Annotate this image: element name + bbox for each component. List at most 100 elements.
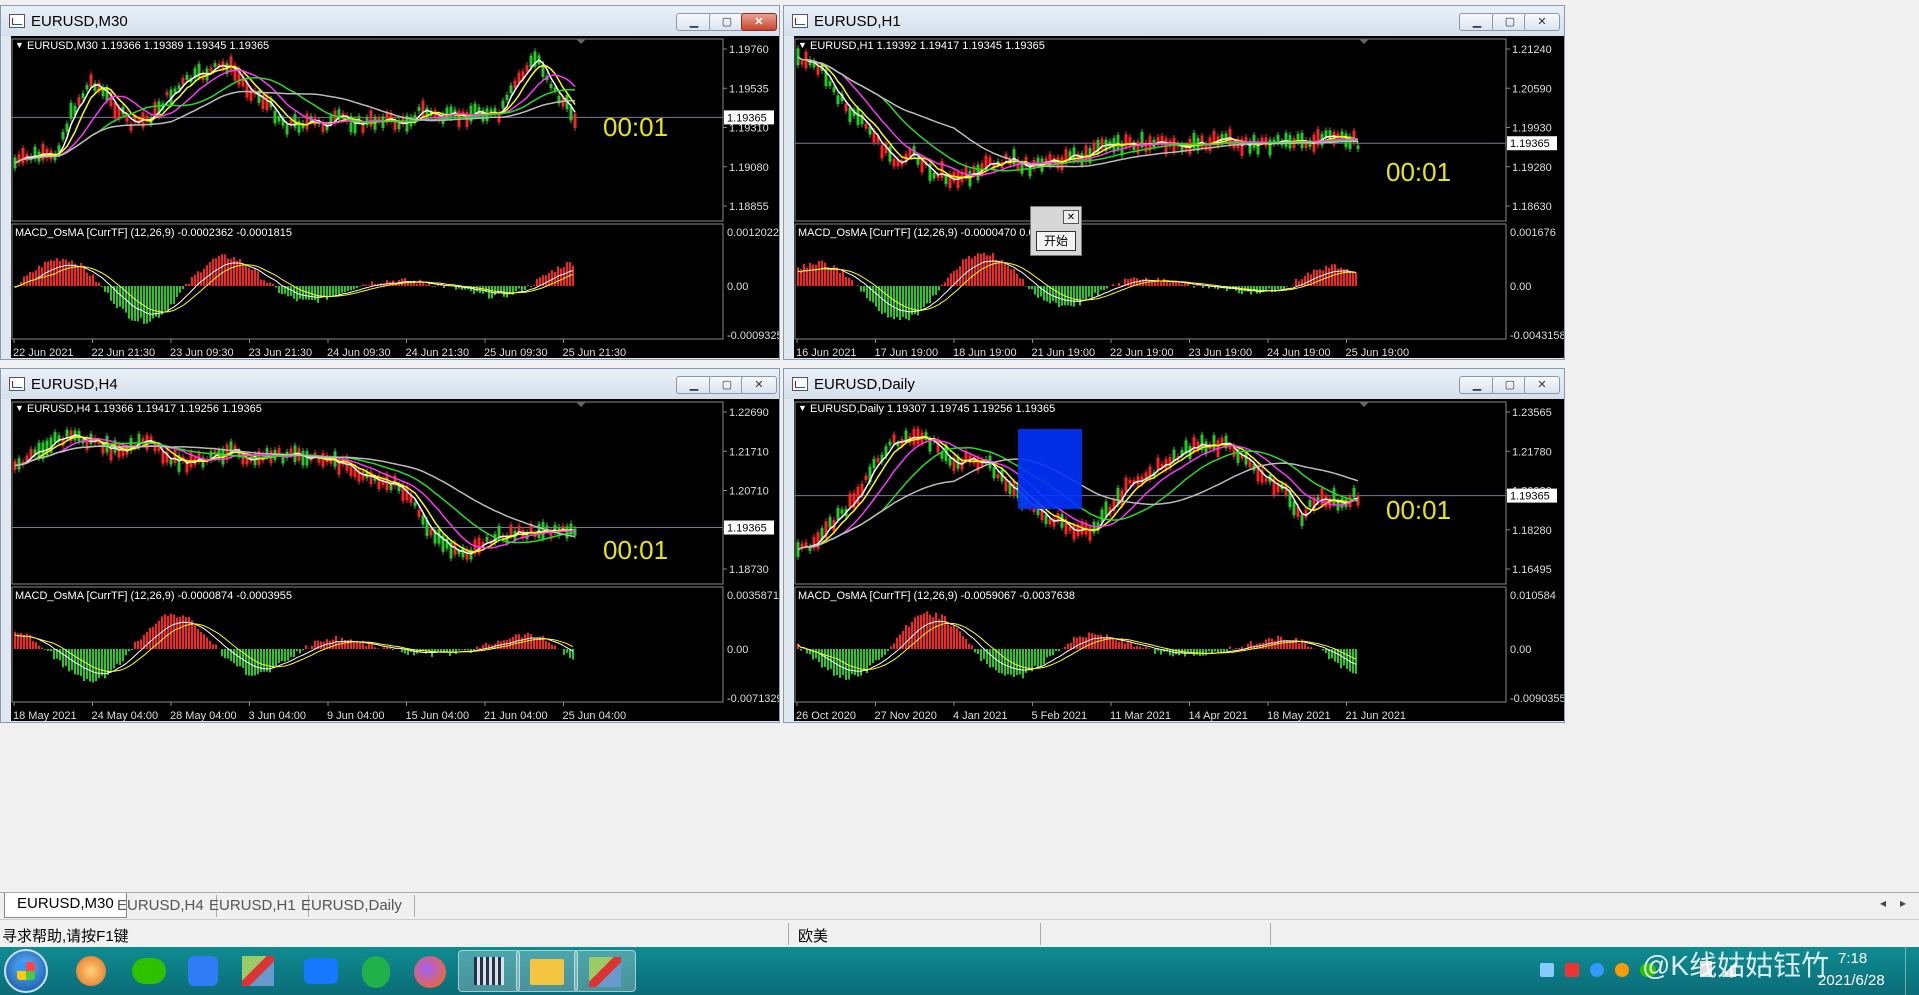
time-tick-label: 21 Jun 19:00 bbox=[1032, 347, 1096, 358]
macd-histogram-bar bbox=[1271, 638, 1273, 649]
taskbar-app-notes[interactable] bbox=[172, 950, 234, 992]
candle-body bbox=[956, 172, 960, 188]
taskbar-app-browser[interactable] bbox=[60, 950, 122, 992]
time-tick-label: 16 Jun 2021 bbox=[796, 347, 857, 358]
macd-histogram-bar bbox=[1238, 648, 1240, 649]
taskbar-app-metatrader-b[interactable] bbox=[574, 950, 636, 992]
tray-wps-icon[interactable] bbox=[1565, 963, 1579, 977]
taskbar-app-lark[interactable] bbox=[290, 950, 352, 992]
lark-icon bbox=[304, 958, 338, 984]
time-tick-label: 3 Jun 04:00 bbox=[249, 710, 307, 721]
chart-window-m30[interactable]: EURUSD,M30 ▁ ▢ ✕ ▼ EURUSD,M30 1.19366 1.1… bbox=[0, 5, 780, 360]
show-desktop-button[interactable] bbox=[1905, 947, 1919, 995]
clock-time[interactable]: 7:18 bbox=[1838, 950, 1867, 967]
macd-histogram-bar bbox=[302, 286, 304, 300]
chart-canvas[interactable]: ▼ EURUSD,Daily 1.19307 1.19745 1.19256 1.… bbox=[794, 399, 1564, 721]
macd-histogram-bar bbox=[284, 649, 286, 662]
chart-window-icon bbox=[792, 14, 808, 28]
macd-histogram-bar bbox=[41, 267, 43, 286]
maximize-button[interactable]: ▢ bbox=[1492, 13, 1528, 31]
macd-histogram-bar bbox=[290, 649, 292, 657]
minimize-button[interactable]: ▁ bbox=[676, 13, 712, 31]
taskbar-app-wechat[interactable] bbox=[118, 950, 180, 992]
close-button[interactable]: ✕ bbox=[741, 13, 777, 31]
taskbar-app-firefox[interactable] bbox=[398, 950, 460, 992]
maximize-button[interactable]: ▢ bbox=[1492, 376, 1528, 394]
macd-histogram-bar bbox=[374, 647, 376, 649]
close-button[interactable]: ✕ bbox=[1524, 13, 1560, 31]
macd-histogram-bar bbox=[515, 286, 517, 292]
price-tick-label: 1.18855 bbox=[729, 201, 769, 213]
folder-icon bbox=[530, 959, 564, 985]
taskbar-app-folder[interactable] bbox=[516, 950, 578, 992]
macd-histogram-bar bbox=[179, 616, 181, 649]
title-bar[interactable]: EURUSD,Daily ▁ ▢ ✕ bbox=[784, 369, 1564, 399]
chart-canvas[interactable]: ▼ EURUSD,H1 1.19392 1.19417 1.19345 1.193… bbox=[794, 36, 1564, 358]
minimize-button[interactable]: ▁ bbox=[1459, 13, 1495, 31]
taskbar-app-green[interactable] bbox=[344, 950, 406, 992]
candle-body bbox=[417, 509, 421, 517]
start-menu-button[interactable] bbox=[4, 949, 48, 993]
chart-window-daily[interactable]: EURUSD,Daily ▁ ▢ ✕ ▼ EURUSD,Daily 1.19307… bbox=[783, 368, 1565, 723]
macd-histogram-bar bbox=[1070, 286, 1072, 306]
macd-histogram-bar bbox=[1190, 649, 1192, 652]
macd-histogram-bar bbox=[1325, 649, 1327, 653]
macd-tick-label: 0.001676 bbox=[1510, 227, 1556, 239]
macd-histogram-bar bbox=[1049, 649, 1051, 657]
maximize-button[interactable]: ▢ bbox=[709, 13, 745, 31]
popup-close-button[interactable]: ✕ bbox=[1063, 210, 1079, 224]
tray-app-icon[interactable] bbox=[1615, 963, 1629, 977]
macd-histogram-bar bbox=[209, 640, 211, 649]
macd-histogram-bar bbox=[215, 644, 217, 649]
candle-body bbox=[992, 467, 996, 479]
time-tick-label: 25 Jun 04:00 bbox=[563, 710, 627, 721]
macd-histogram-bar bbox=[26, 275, 28, 286]
price-tick-label: 1.19080 bbox=[729, 162, 769, 174]
macd-histogram-bar bbox=[965, 638, 967, 649]
chart-window-h4[interactable]: EURUSD,H4 ▁ ▢ ✕ ▼ EURUSD,H4 1.19366 1.194… bbox=[0, 368, 780, 723]
tab-scroll-right-icon[interactable]: ▸ bbox=[1900, 896, 1906, 910]
title-bar[interactable]: EURUSD,H4 ▁ ▢ ✕ bbox=[1, 369, 779, 399]
tab-eurusd-daily[interactable]: EURUSD,Daily bbox=[289, 895, 415, 917]
macd-histogram-bar bbox=[23, 634, 25, 649]
macd-histogram-bar bbox=[1043, 286, 1045, 301]
title-bar[interactable]: EURUSD,M30 ▁ ▢ ✕ bbox=[1, 6, 779, 36]
macd-tick-label: -0.0009325 bbox=[727, 330, 779, 342]
macd-histogram-bar bbox=[1265, 286, 1267, 291]
tray-network-icon[interactable] bbox=[1540, 963, 1554, 977]
chart-window-h1[interactable]: EURUSD,H1 ▁ ▢ ✕ ▼ EURUSD,H1 1.19392 1.194… bbox=[783, 5, 1565, 360]
macd-histogram-bar bbox=[278, 286, 280, 294]
macd-histogram-bar bbox=[191, 276, 193, 286]
tray-shield-icon[interactable] bbox=[1590, 963, 1604, 977]
chart-shift-marker-icon bbox=[576, 402, 586, 407]
chart-canvas[interactable]: ▼ EURUSD,M30 1.19366 1.19389 1.19345 1.19… bbox=[11, 36, 779, 358]
title-bar[interactable]: EURUSD,H1 ▁ ▢ ✕ bbox=[784, 6, 1564, 36]
time-tick-label: 25 Jun 19:00 bbox=[1346, 347, 1410, 358]
macd-histogram-bar bbox=[164, 614, 166, 649]
maximize-button[interactable]: ▢ bbox=[709, 376, 745, 394]
start-button[interactable]: 开始 bbox=[1036, 231, 1076, 251]
clock-date[interactable]: 2021/6/28 bbox=[1818, 972, 1885, 989]
minimize-button[interactable]: ▁ bbox=[1459, 376, 1495, 394]
chart-canvas[interactable]: ▼ EURUSD,H4 1.19366 1.19417 1.19256 1.193… bbox=[11, 399, 779, 721]
firefox-icon bbox=[414, 956, 446, 988]
macd-histogram-bar bbox=[113, 649, 115, 669]
macd-histogram-bar bbox=[266, 649, 268, 672]
macd-histogram-bar bbox=[1001, 259, 1003, 286]
taskbar-app-qrcode[interactable] bbox=[458, 950, 520, 992]
macd-histogram-bar bbox=[476, 646, 478, 649]
tab-scroll-left-icon[interactable]: ◂ bbox=[1880, 896, 1886, 910]
candle-body bbox=[249, 88, 253, 101]
macd-histogram-bar bbox=[245, 265, 247, 286]
minimize-button[interactable]: ▁ bbox=[676, 376, 712, 394]
macd-histogram-bar bbox=[332, 286, 334, 296]
macd-histogram-bar bbox=[221, 649, 223, 657]
macd-histogram-bar bbox=[1352, 272, 1354, 286]
macd-histogram-bar bbox=[1046, 286, 1048, 302]
close-button[interactable]: ✕ bbox=[741, 376, 777, 394]
close-button[interactable]: ✕ bbox=[1524, 376, 1560, 394]
macd-histogram-bar bbox=[173, 614, 175, 649]
taskbar-app-metatrader-a[interactable] bbox=[228, 950, 290, 992]
macd-histogram-bar bbox=[1325, 265, 1327, 286]
macd-histogram-bar bbox=[77, 266, 79, 286]
